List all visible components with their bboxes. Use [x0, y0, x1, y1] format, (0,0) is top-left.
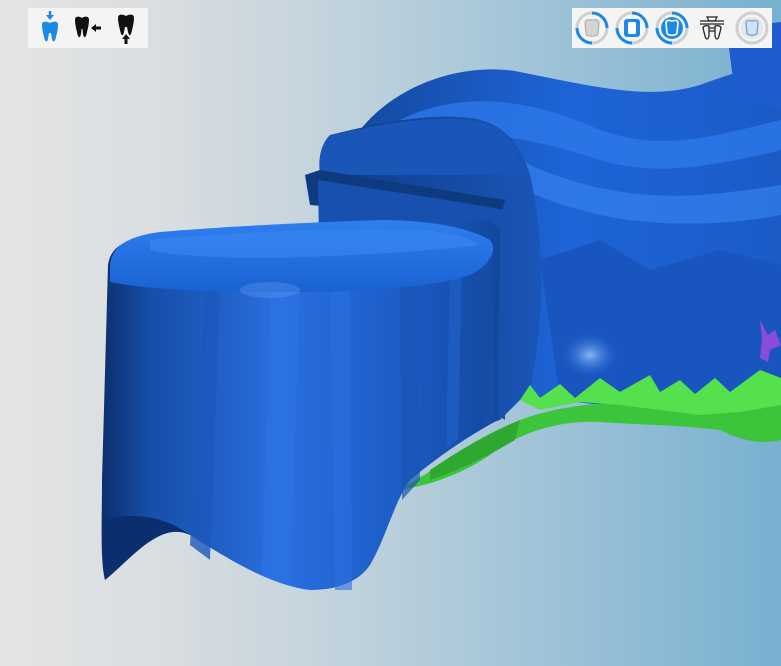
tool-bridge[interactable]: [614, 10, 650, 46]
tooth-shell-icon: [655, 11, 689, 45]
tooth-insertion-direction-icon: [42, 11, 58, 42]
tooth-move-left-icon: [75, 16, 101, 38]
tool-shell[interactable]: [654, 10, 690, 46]
tooth-move-up-icon: [118, 14, 134, 44]
toolbar-left: [28, 8, 148, 48]
tooth-bridge-icon: [615, 11, 649, 45]
tool-attachment[interactable]: [694, 10, 730, 46]
tool-insertion-direction[interactable]: [34, 10, 66, 46]
model-front-tooth[interactable]: [101, 220, 501, 590]
model-viewport[interactable]: [0, 0, 781, 666]
toolbar-right: [572, 8, 772, 48]
tooth-crown-outline-icon: [735, 11, 769, 45]
tool-move-left[interactable]: [72, 10, 104, 46]
tool-crown-outline[interactable]: [734, 10, 770, 46]
tooth-attachment-icon: [700, 16, 724, 40]
tool-crown-rotate[interactable]: [574, 10, 610, 46]
tool-move-up[interactable]: [110, 10, 142, 46]
tooth-crown-rotate-icon: [575, 11, 609, 45]
